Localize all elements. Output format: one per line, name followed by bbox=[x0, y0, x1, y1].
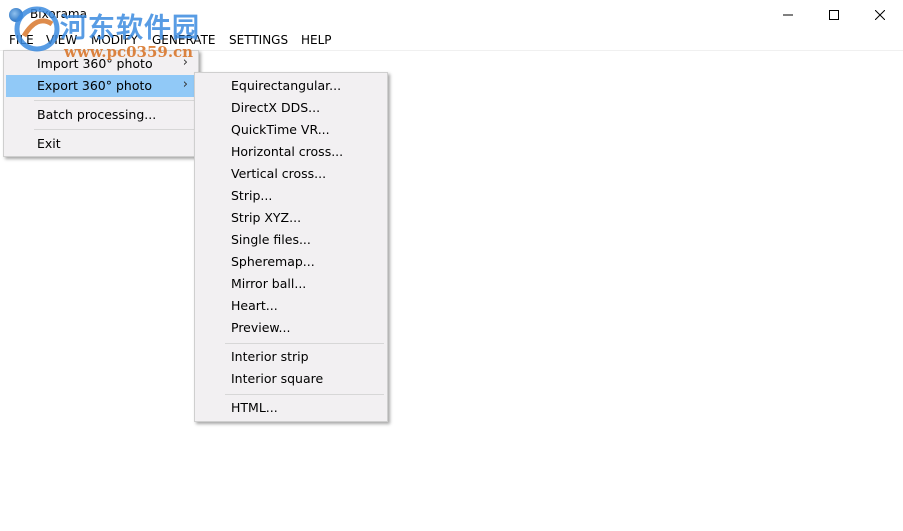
watermark-url: www.pc0359.cn bbox=[64, 43, 194, 61]
submenu-item-spheremap[interactable]: Spheremap... bbox=[197, 251, 385, 273]
close-button[interactable] bbox=[857, 0, 903, 30]
minimize-icon bbox=[783, 14, 793, 16]
close-icon bbox=[875, 10, 885, 20]
menu-item-label: HTML... bbox=[231, 400, 278, 415]
submenu-item-interior-square[interactable]: Interior square bbox=[197, 368, 385, 390]
menu-item-batch[interactable]: Batch processing... bbox=[6, 104, 196, 126]
chevron-right-icon: › bbox=[182, 77, 188, 92]
menu-item-label: Exit bbox=[37, 136, 61, 151]
menu-item-label: Horizontal cross... bbox=[231, 144, 344, 159]
menu-item-label: Interior strip bbox=[231, 349, 309, 364]
menu-item-exit[interactable]: Exit bbox=[6, 133, 196, 155]
menu-item-label: Heart... bbox=[231, 298, 278, 313]
watermark-logo-icon bbox=[14, 6, 60, 52]
submenu-item-strip[interactable]: Strip... bbox=[197, 185, 385, 207]
menu-item-label: Batch processing... bbox=[37, 107, 157, 122]
menu-item-label: Single files... bbox=[231, 232, 311, 247]
maximize-button[interactable] bbox=[811, 0, 857, 30]
menu-item-label: Equirectangular... bbox=[231, 78, 342, 93]
watermark-site-name: 河东软件园 bbox=[60, 13, 200, 44]
menu-item-label: Strip... bbox=[231, 188, 273, 203]
submenu-item-preview[interactable]: Preview... bbox=[197, 317, 385, 339]
submenu-item-directx-dds[interactable]: DirectX DDS... bbox=[197, 97, 385, 119]
submenu-item-html[interactable]: HTML... bbox=[197, 397, 385, 419]
menu-item-export[interactable]: Export 360° photo › bbox=[6, 75, 196, 97]
menu-separator bbox=[225, 343, 384, 344]
menu-separator bbox=[34, 129, 195, 130]
menu-item-label: Strip XYZ... bbox=[231, 210, 302, 225]
menu-item-label: Interior square bbox=[231, 371, 324, 386]
menu-item-label: Export 360° photo bbox=[37, 78, 153, 93]
menu-item-label: Preview... bbox=[231, 320, 291, 335]
submenu-item-horizontal-cross[interactable]: Horizontal cross... bbox=[197, 141, 385, 163]
submenu-item-quicktime-vr[interactable]: QuickTime VR... bbox=[197, 119, 385, 141]
app-window: Bixorama FILE VIEW MODIFY GENERATE SETTI… bbox=[0, 0, 903, 531]
menu-item-label: Spheremap... bbox=[231, 254, 315, 269]
menu-item-label: DirectX DDS... bbox=[231, 100, 321, 115]
menu-help[interactable]: HELP bbox=[301, 33, 332, 47]
file-menu-dropdown: Import 360° photo › Export 360° photo › … bbox=[3, 50, 199, 157]
export-submenu: Equirectangular... DirectX DDS... QuickT… bbox=[194, 72, 388, 422]
submenu-item-mirror-ball[interactable]: Mirror ball... bbox=[197, 273, 385, 295]
submenu-item-vertical-cross[interactable]: Vertical cross... bbox=[197, 163, 385, 185]
menu-item-label: Vertical cross... bbox=[231, 166, 327, 181]
menu-settings[interactable]: SETTINGS bbox=[229, 33, 288, 47]
menu-item-label: Mirror ball... bbox=[231, 276, 307, 291]
maximize-icon bbox=[829, 10, 839, 20]
submenu-item-interior-strip[interactable]: Interior strip bbox=[197, 346, 385, 368]
menu-separator bbox=[225, 394, 384, 395]
submenu-item-strip-xyz[interactable]: Strip XYZ... bbox=[197, 207, 385, 229]
submenu-item-equirectangular[interactable]: Equirectangular... bbox=[197, 75, 385, 97]
minimize-button[interactable] bbox=[765, 0, 811, 30]
submenu-item-heart[interactable]: Heart... bbox=[197, 295, 385, 317]
menu-item-label: QuickTime VR... bbox=[231, 122, 330, 137]
submenu-item-single-files[interactable]: Single files... bbox=[197, 229, 385, 251]
menu-separator bbox=[34, 100, 195, 101]
